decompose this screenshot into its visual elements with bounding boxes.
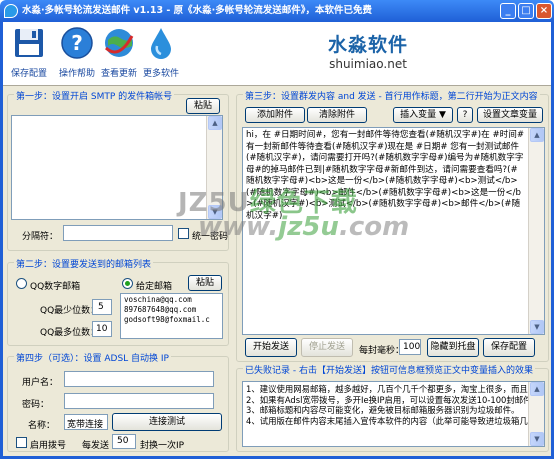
- failed-log-group: 已失败记录 - 右击【开始发送】按钮可信息框预览正文中变量插入的效果 1、建议使…: [236, 363, 549, 452]
- send-count-input[interactable]: 50: [112, 434, 136, 449]
- maximize-button[interactable]: □: [518, 3, 534, 19]
- title-bar: 水淼·多帐号轮流发送邮件 v1.13 - 原《水淼·多帐号轮流发送邮件》，本软件…: [0, 0, 554, 22]
- floppy-disk-icon: [15, 29, 43, 57]
- hide-to-tray-button[interactable]: 隐藏到托盘: [427, 338, 479, 357]
- each-send-label: 每发送: [82, 441, 110, 451]
- set-article-variable-button[interactable]: 设置文章变量: [477, 107, 543, 123]
- given-emails-radio[interactable]: [122, 278, 133, 289]
- variable-help-button[interactable]: ?: [457, 107, 473, 123]
- log-scrollbar[interactable]: ▲ ▼: [528, 382, 544, 446]
- adsl-test-button[interactable]: 连接测试: [112, 413, 222, 431]
- separator-input[interactable]: [63, 225, 173, 241]
- adsl-name-label: 名称：: [28, 421, 56, 431]
- step1-group: 第一步：设置开启 SMTP 的发件箱帐号 粘贴 ▲ ▼ 分隔符： 统一密码: [7, 89, 229, 251]
- insert-variable-button[interactable]: 插入变量 ▼: [393, 107, 453, 123]
- separator-label: 分隔符：: [22, 232, 59, 242]
- help-tool[interactable]: ? 操作帮助: [59, 26, 95, 79]
- scroll-down-icon[interactable]: ▼: [530, 432, 544, 446]
- unified-password-checkbox[interactable]: [178, 228, 189, 239]
- step4-group: 第四步（可选）：设置 ADSL 自动换 IP 用户名： 密码： 名称： 宽带连接…: [7, 351, 229, 452]
- chevron-down-icon: ▼: [436, 110, 446, 120]
- stop-send-button[interactable]: 停止发送: [301, 338, 353, 357]
- failed-log-textarea[interactable]: 1、建议使用网易邮箱，越多越好，几百个几千个都更多，淘宝上很多，而且很便宜 2、…: [242, 381, 545, 447]
- watermark-line2: www.jz5u.com: [198, 212, 410, 242]
- qq-min-label: QQ最少位数：: [40, 306, 100, 316]
- globe-update-icon: [104, 29, 134, 57]
- scroll-up-icon[interactable]: ▲: [530, 382, 544, 396]
- app-icon: [4, 4, 18, 18]
- adsl-username-label: 用户名：: [22, 378, 59, 388]
- qq-max-input[interactable]: 10: [92, 321, 112, 337]
- start-send-button[interactable]: 开始发送: [245, 338, 297, 357]
- add-attachment-button[interactable]: 添加附件: [245, 107, 305, 123]
- failed-log-legend: 已失败记录 - 右击【开始发送】按钮可信息框预览正文中变量插入的效果: [243, 363, 535, 376]
- log-line: 1、建议使用网易邮箱，越多越好，几百个几千个都更多，淘宝上很多，而且很便宜: [246, 384, 528, 394]
- step2-group: 第二步：设置要发送到的邮箱列表 QQ数字邮箱 给定邮箱 粘贴 QQ最少位数： 5…: [7, 257, 229, 346]
- given-emails-label: 给定邮箱: [136, 282, 173, 292]
- check-update-tool[interactable]: 查看更新: [101, 26, 137, 79]
- email-list-textarea[interactable]: voschina@qq.com 897687648@qq.com godsoft…: [120, 293, 223, 339]
- email-list-item: godsoft98@foxmail.c: [124, 315, 210, 324]
- qq-numbers-label: QQ数字邮箱: [30, 282, 81, 292]
- adsl-password-input[interactable]: [64, 393, 214, 409]
- interval-label: 每封毫秒：: [359, 346, 405, 356]
- step2-paste-button[interactable]: 粘贴: [188, 275, 222, 291]
- enable-dial-label: 启用拨号: [30, 441, 67, 451]
- qq-max-label: QQ最多位数：: [40, 328, 100, 338]
- minimize-button[interactable]: _: [500, 3, 516, 19]
- save-config-tool[interactable]: 保存配置: [11, 26, 47, 79]
- adsl-password-label: 密码：: [22, 400, 50, 410]
- svg-text:?: ?: [71, 31, 83, 55]
- brand-logo: 水淼软件 shuimiao.net: [313, 30, 423, 71]
- close-button[interactable]: ×: [536, 3, 552, 19]
- adsl-name-input[interactable]: 宽带连接: [64, 414, 108, 430]
- water-drop-icon: [151, 28, 171, 59]
- scroll-up-icon[interactable]: ▲: [530, 128, 544, 142]
- step1-paste-button[interactable]: 粘贴: [186, 98, 220, 114]
- adsl-username-input[interactable]: [64, 371, 214, 387]
- save-config-button[interactable]: 保存配置: [483, 338, 535, 357]
- qq-numbers-radio[interactable]: [16, 278, 27, 289]
- insert-variable-label: 插入变量: [400, 110, 437, 120]
- window-title: 水淼·多帐号轮流发送邮件 v1.13 - 原《水淼·多帐号轮流发送邮件》，本软件…: [22, 5, 372, 16]
- log-line: 2、如果有Adsl宽带拨号，多开Ie换IP启用，可以设置每次发送10-100封邮…: [246, 394, 528, 405]
- step2-legend: 第二步：设置要发送到的邮箱列表: [14, 257, 154, 270]
- help-question-icon: ?: [61, 27, 93, 59]
- interval-input[interactable]: 100: [399, 339, 421, 355]
- email-list-item: 897687648@qq.com: [124, 305, 197, 314]
- brand-name: 水淼软件: [327, 34, 408, 56]
- scroll-up-icon[interactable]: ▲: [208, 116, 222, 130]
- email-list-item: voschina@qq.com: [124, 295, 192, 304]
- more-software-tool[interactable]: 更多软件: [143, 26, 179, 79]
- switch-ip-label: 封换一次IP: [140, 441, 185, 451]
- scroll-down-icon[interactable]: ▼: [530, 320, 544, 334]
- clear-attachment-button[interactable]: 清除附件: [307, 107, 367, 123]
- log-line: 3、邮箱标题和内容尽可能变化，避免被目标邮箱服务器识别为垃圾邮件。: [246, 405, 520, 415]
- enable-dial-checkbox[interactable]: [16, 437, 27, 448]
- step4-legend: 第四步（可选）：设置 ADSL 自动换 IP: [14, 351, 171, 364]
- log-line: 4、试用版在邮件内容末尾插入宣传本软件的内容（此举可能导致进垃圾箱几率增加）: [246, 415, 528, 426]
- brand-url: shuimiao.net: [329, 57, 407, 71]
- qq-min-input[interactable]: 5: [92, 299, 112, 315]
- content-scrollbar[interactable]: ▲ ▼: [528, 128, 544, 334]
- toolbar: 保存配置 ? 操作帮助 查看更新 更多软件 水淼软件 shuimiao.net: [3, 22, 551, 86]
- step3-legend: 第三步：设置群发内容 and 发送 - 首行用作标题，第二行开始为正文内容: [243, 89, 540, 102]
- step1-legend: 第一步：设置开启 SMTP 的发件箱帐号: [14, 89, 175, 102]
